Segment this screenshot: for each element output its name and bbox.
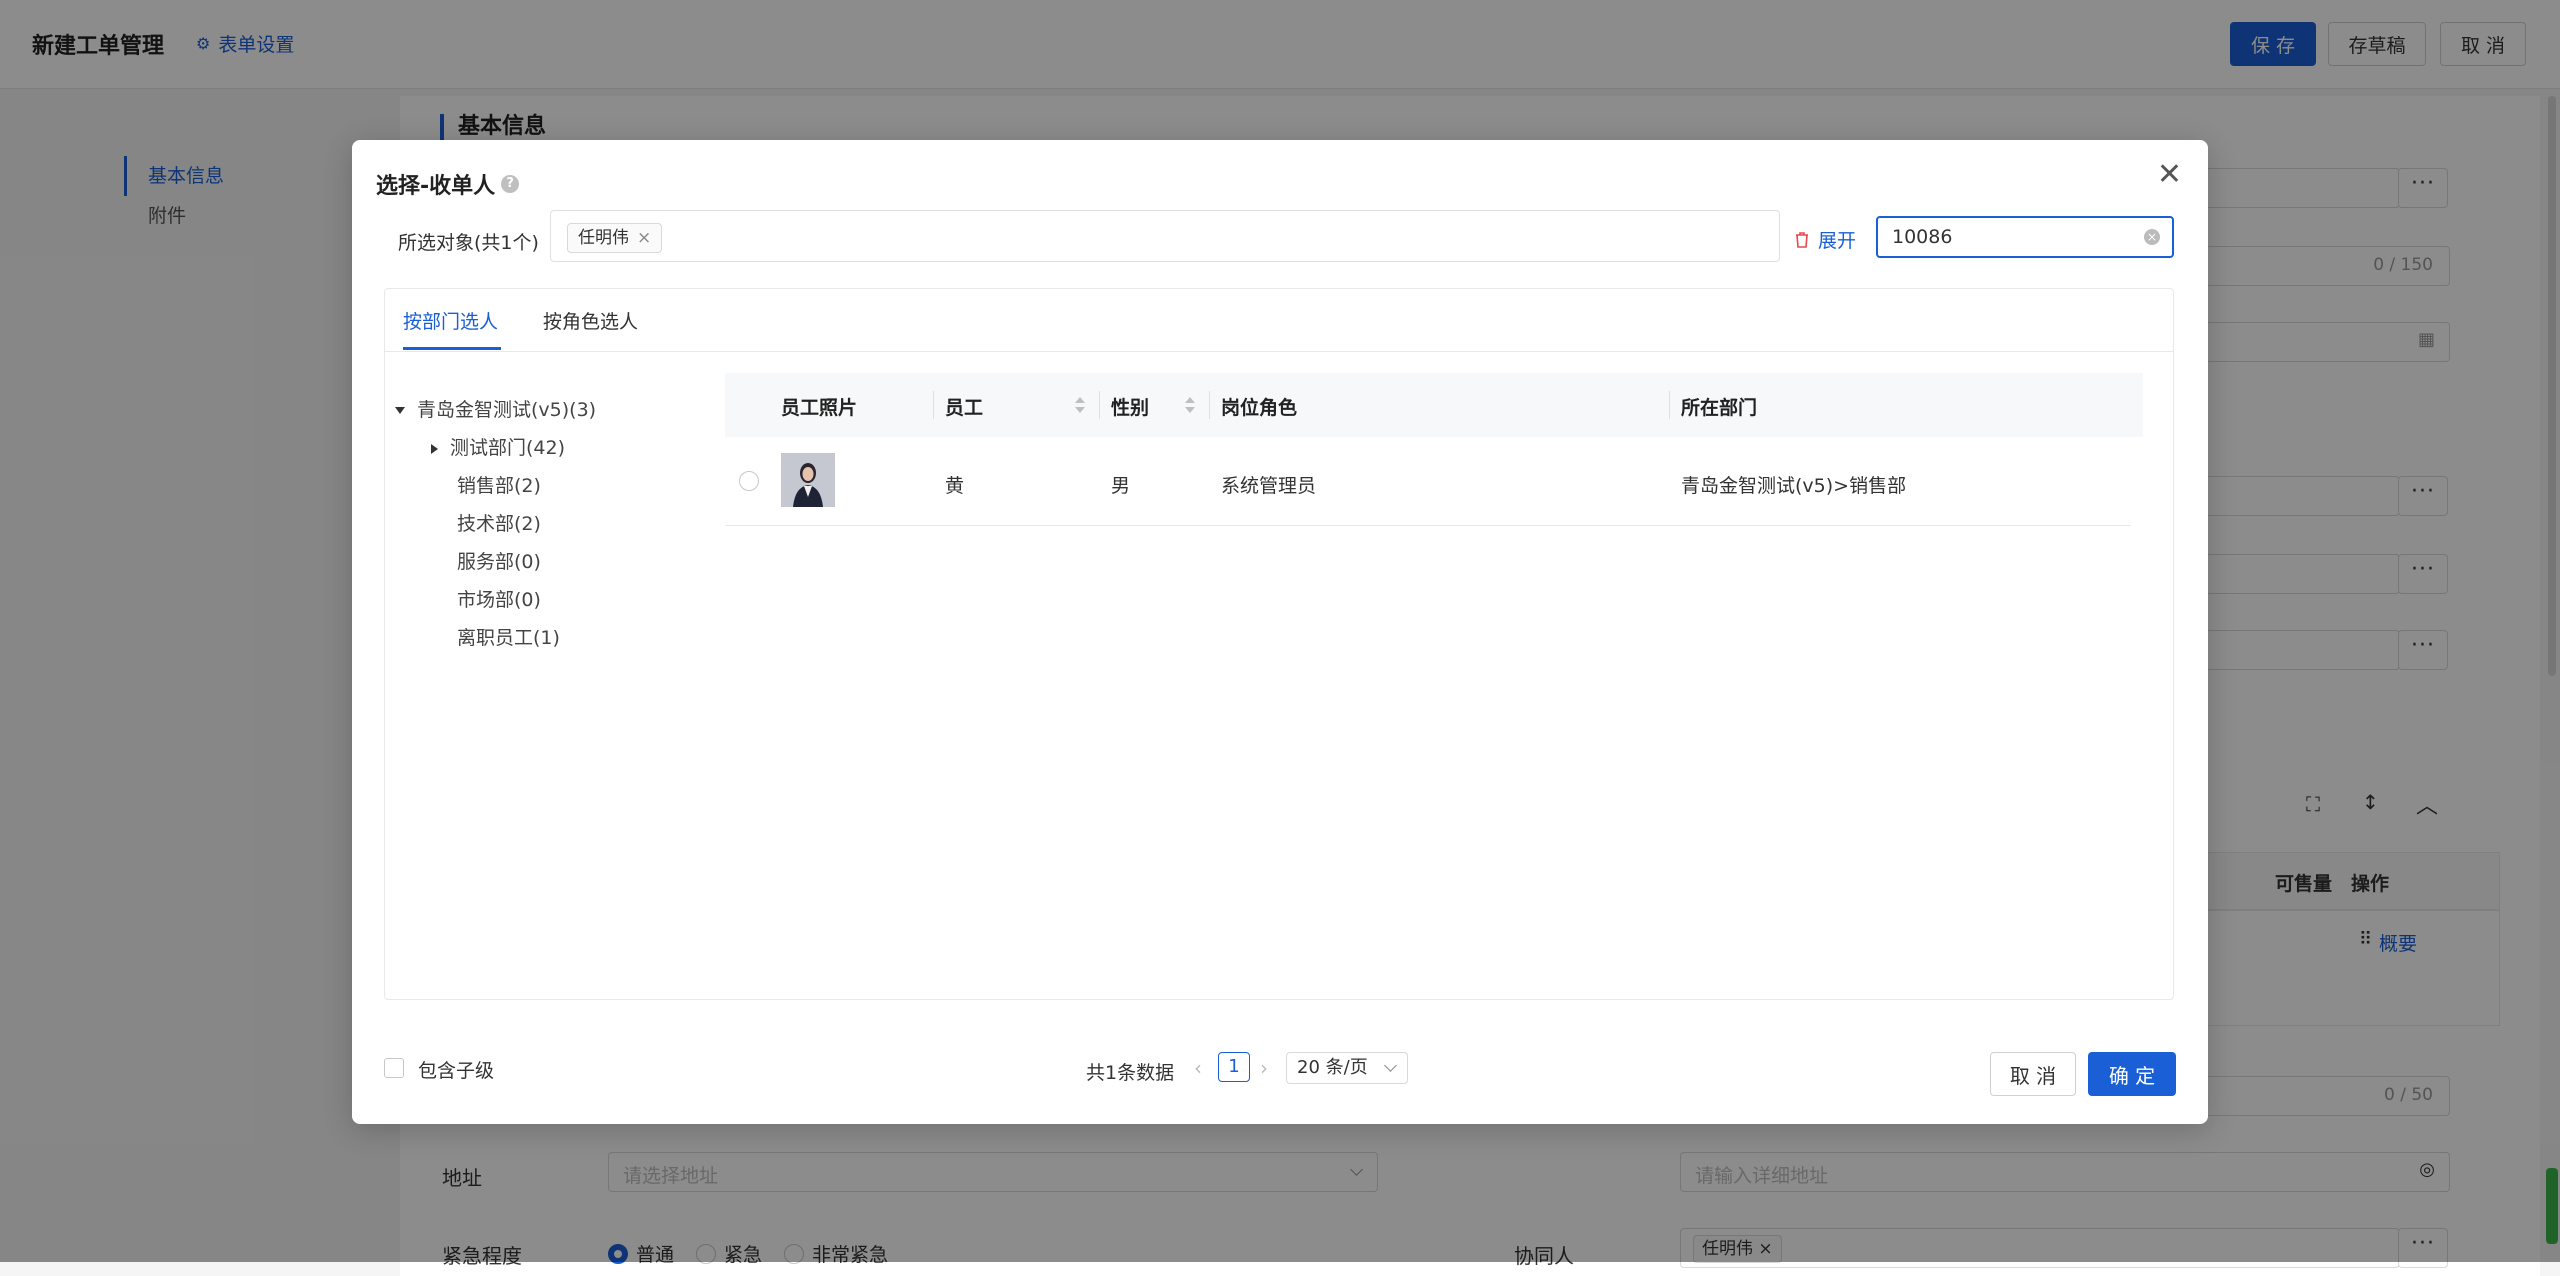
chevron-down-icon: [1384, 1059, 1397, 1072]
tree-node[interactable]: 离职员工(1): [457, 623, 560, 650]
picker-content: 按部门选人 按角色选人 青岛金智测试(v5)(3) 测试部门(42) 销售部(2…: [384, 288, 2174, 1000]
sort-icon[interactable]: [1075, 397, 1085, 417]
modal-ok-button[interactable]: 确 定: [2088, 1052, 2176, 1096]
employee-gender: 男: [1111, 475, 1131, 497]
col-department: 所在部门: [1681, 397, 1758, 419]
select-receiver-modal: 选择-收单人 ? ✕ 所选对象(共1个) 任明伟 × 展开 10086 × 按部…: [352, 140, 2208, 1124]
selected-label: 所选对象(共1个): [398, 232, 539, 254]
tree-node[interactable]: 市场部(0): [457, 585, 541, 612]
table-header: 员工照片 员工 性别 岗位角色 所在部门: [725, 373, 2143, 437]
search-value: 10086: [1892, 226, 1953, 248]
employee-name: 黄: [945, 475, 965, 497]
avatar-icon: [781, 453, 835, 507]
tab-bar: 按部门选人 按角色选人: [385, 289, 2173, 352]
active-tab-indicator: [403, 347, 501, 350]
modal-cancel-button[interactable]: 取 消: [1990, 1052, 2076, 1096]
col-photo: 员工照片: [781, 397, 858, 419]
include-sub-label: 包含子级: [418, 1060, 495, 1082]
close-icon[interactable]: ✕: [2157, 160, 2182, 190]
expand-label: 展开: [1818, 230, 1857, 252]
tree-node[interactable]: 测试部门(42): [431, 433, 565, 460]
search-input[interactable]: 10086 ×: [1876, 216, 2174, 258]
modal-title-text: 选择-收单人: [376, 174, 496, 199]
tree-node-label: 测试部门(42): [450, 437, 566, 459]
next-page-icon[interactable]: ›: [1260, 1056, 1268, 1080]
clear-icon[interactable]: ×: [2144, 229, 2160, 245]
total-count: 共1条数据: [1086, 1062, 1175, 1084]
caret-right-icon[interactable]: [431, 443, 438, 454]
column-divider: [1669, 391, 1670, 419]
modal-title: 选择-收单人 ?: [376, 168, 520, 200]
employee-dept: 青岛金智测试(v5)>销售部: [1681, 475, 1907, 497]
tree-node[interactable]: 销售部(2): [457, 471, 541, 498]
tab-by-role[interactable]: 按角色选人: [543, 307, 638, 334]
tree-root-label: 青岛金智测试(v5)(3): [417, 399, 597, 421]
tree-node[interactable]: 技术部(2): [457, 509, 541, 536]
selected-tag: 任明伟 ×: [567, 223, 663, 253]
selected-box: 任明伟 ×: [550, 210, 1780, 262]
column-divider: [1209, 391, 1210, 419]
page-size-value: 20 条/页: [1297, 1057, 1368, 1078]
page-number[interactable]: 1: [1218, 1052, 1250, 1082]
tag-close-icon[interactable]: ×: [637, 224, 651, 252]
row-radio[interactable]: [739, 471, 759, 491]
expand-button[interactable]: 展开: [1794, 226, 1856, 253]
prev-page-icon[interactable]: ‹: [1194, 1056, 1202, 1080]
caret-down-icon[interactable]: [395, 407, 405, 414]
trash-icon: [1796, 231, 1808, 248]
tab-by-department[interactable]: 按部门选人: [403, 307, 498, 334]
column-divider: [933, 391, 934, 419]
col-employee: 员工: [945, 397, 984, 419]
table-row[interactable]: 黄 男 系统管理员 青岛金智测试(v5)>销售部: [725, 437, 2131, 526]
include-sub-checkbox[interactable]: [384, 1058, 404, 1078]
page-size-select[interactable]: 20 条/页: [1286, 1052, 1408, 1084]
help-icon[interactable]: ?: [501, 175, 520, 193]
sort-icon[interactable]: [1185, 397, 1195, 417]
tree-node[interactable]: 服务部(0): [457, 547, 541, 574]
col-gender: 性别: [1111, 397, 1150, 419]
col-role: 岗位角色: [1221, 397, 1298, 419]
selected-tag-label: 任明伟: [578, 228, 629, 248]
employee-photo: [781, 453, 835, 507]
column-divider: [1099, 391, 1100, 419]
employee-role: 系统管理员: [1221, 475, 1317, 497]
tree-root[interactable]: 青岛金智测试(v5)(3): [395, 395, 596, 422]
